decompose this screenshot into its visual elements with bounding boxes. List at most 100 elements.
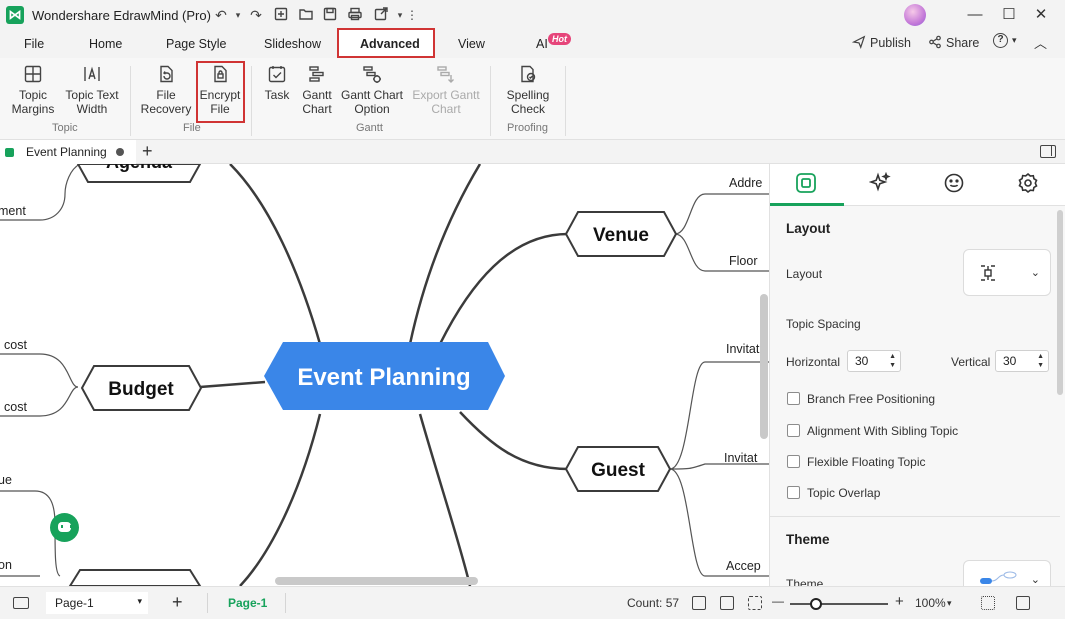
mindmap-svg: Event Planning Agenda Venue Budget Guest… xyxy=(0,164,769,586)
topic-overlap-checkbox[interactable] xyxy=(787,486,800,499)
topic-margins-button[interactable]: Topic Margins xyxy=(8,64,58,116)
fit-page-icon[interactable] xyxy=(720,596,734,610)
emoji-tab-icon[interactable] xyxy=(943,172,969,198)
alignment-sibling-label: Alignment With Sibling Topic xyxy=(807,424,959,438)
line-agenda xyxy=(229,164,322,345)
subtopic-floor[interactable]: Floor xyxy=(729,254,757,268)
zoom-slider-handle[interactable] xyxy=(810,598,822,610)
menu-view[interactable]: View xyxy=(458,37,485,51)
add-tab-button[interactable]: + xyxy=(142,141,153,162)
zoom-slider-track[interactable] xyxy=(790,603,888,605)
branch-free-positioning-checkbox[interactable] xyxy=(787,392,800,405)
zoom-out-button[interactable]: — xyxy=(772,594,784,608)
subtopic-cost-1[interactable]: cost xyxy=(4,338,27,352)
page-select-value: Page-1 xyxy=(55,596,94,610)
topic-text-width-button[interactable]: Topic Text Width xyxy=(62,64,122,116)
zoom-level[interactable]: 100% xyxy=(915,596,946,610)
menu-page-style[interactable]: Page Style xyxy=(166,37,226,51)
mindmap-canvas[interactable]: Event Planning Agenda Venue Budget Guest… xyxy=(0,164,769,586)
undo-dropdown-icon[interactable]: ▾ xyxy=(229,6,247,24)
panel-toggle-icon[interactable] xyxy=(1040,145,1056,158)
badge-tab-icon[interactable] xyxy=(1017,172,1043,198)
theme-select[interactable]: ⌄ xyxy=(963,560,1051,586)
zoom-in-button[interactable]: + xyxy=(895,593,904,610)
vertical-spacing-input[interactable]: 30 ▲ ▼ xyxy=(995,350,1049,372)
canvas-vertical-scrollbar[interactable] xyxy=(760,294,768,439)
alignment-sibling-checkbox[interactable] xyxy=(787,424,800,437)
menu-file[interactable]: File xyxy=(24,37,44,51)
subtopic-invitat-1[interactable]: Invitat xyxy=(726,342,760,356)
share-button[interactable]: Share xyxy=(928,35,979,50)
gantt-chart-option-label: Gantt Chart Option xyxy=(340,88,404,116)
undo-icon[interactable]: ↶ xyxy=(212,6,230,24)
layout-select[interactable]: ⌄ xyxy=(963,249,1051,296)
close-button[interactable]: ✕ xyxy=(1031,5,1051,25)
ai-sparkle-tab-icon[interactable] xyxy=(868,171,895,198)
bottom-topic-shape[interactable] xyxy=(68,569,202,586)
save-icon[interactable] xyxy=(321,6,339,24)
layout-tab-icon[interactable] xyxy=(795,172,821,198)
redo-icon[interactable]: ↷ xyxy=(247,6,265,24)
topic-spacing-label: Topic Spacing xyxy=(786,317,861,331)
subtopic-addre[interactable]: Addre xyxy=(729,176,762,190)
topic-overlap-label: Topic Overlap xyxy=(807,486,881,500)
book-view-icon[interactable] xyxy=(692,596,706,610)
file-recovery-button[interactable]: File Recovery xyxy=(140,64,192,116)
collapse-panel-icon[interactable] xyxy=(1016,596,1030,610)
horizontal-spacing-input[interactable]: 30 ▲ ▼ xyxy=(847,350,901,372)
collapse-ribbon-icon[interactable]: ︿ xyxy=(1034,33,1047,52)
maximize-button[interactable]: ☐ xyxy=(999,5,1019,25)
zoom-dropdown-icon[interactable]: ▾ xyxy=(947,598,952,609)
panel-scrollbar[interactable] xyxy=(1057,210,1063,395)
subtopic-accep[interactable]: Accep xyxy=(726,559,761,573)
menu-advanced[interactable]: Advanced xyxy=(360,37,420,51)
subtopic-on[interactable]: on xyxy=(0,558,12,572)
print-icon[interactable] xyxy=(346,6,364,24)
add-page-button[interactable]: + xyxy=(172,592,183,613)
new-icon[interactable] xyxy=(272,6,290,24)
vertical-label: Vertical xyxy=(951,355,991,369)
stepper-arrows-icon[interactable]: ▲ ▼ xyxy=(1037,352,1044,370)
subtopic-cost-2[interactable]: cost xyxy=(4,400,27,414)
help-dropdown-icon[interactable]: ▾ xyxy=(1012,35,1017,46)
page-panel-icon[interactable] xyxy=(13,597,29,609)
minimize-button[interactable]: — xyxy=(965,5,985,25)
menu-ai[interactable]: AI xyxy=(536,37,548,51)
canvas-horizontal-scrollbar[interactable] xyxy=(275,577,478,585)
ribbon-separator xyxy=(251,66,252,136)
unsaved-dot-icon[interactable] xyxy=(116,148,124,156)
line-venue xyxy=(438,232,569,345)
menu-slideshow[interactable]: Slideshow xyxy=(264,37,321,51)
export-gantt-chart-button[interactable]: Export Gantt Chart xyxy=(410,64,482,116)
more-icon[interactable]: ⋮ xyxy=(403,6,421,24)
publish-button[interactable]: Publish xyxy=(851,35,911,50)
stepper-arrows-icon[interactable]: ▲ ▼ xyxy=(889,352,896,370)
document-tab[interactable]: Event Planning xyxy=(0,140,136,164)
group-proofing-label: Proofing xyxy=(507,122,548,134)
task-button[interactable]: Task xyxy=(262,64,292,102)
subtopic-invitat-2[interactable]: Invitat xyxy=(724,451,758,465)
page-select[interactable]: Page-1 ▾ xyxy=(46,592,148,614)
gantt-chart-button[interactable]: Gantt Chart xyxy=(298,64,336,116)
fullscreen-icon[interactable] xyxy=(748,596,762,610)
share-label: Share xyxy=(946,36,980,50)
spelling-check-button[interactable]: Spelling Check xyxy=(502,64,554,116)
ai-assistant-bot-icon[interactable] xyxy=(50,513,79,542)
document-icon xyxy=(5,148,14,157)
page-tab-active[interactable]: Page-1 xyxy=(228,596,267,610)
export-icon[interactable] xyxy=(372,6,390,24)
gantt-chart-option-button[interactable]: Gantt Chart Option xyxy=(340,64,404,116)
status-separator xyxy=(285,593,286,613)
user-avatar[interactable] xyxy=(904,4,926,26)
subtopic-ue[interactable]: ue xyxy=(0,473,12,487)
theme-preview-icon xyxy=(980,571,1017,584)
fit-window-icon[interactable] xyxy=(981,596,995,610)
theme-label: Theme xyxy=(786,578,824,586)
menu-home[interactable]: Home xyxy=(89,37,122,51)
open-folder-icon[interactable] xyxy=(297,6,315,24)
ribbon-separator xyxy=(490,66,491,136)
subtopic-ment[interactable]: ment xyxy=(0,204,26,218)
line-budget xyxy=(199,380,266,389)
help-icon[interactable]: ? xyxy=(993,33,1008,48)
flexible-floating-checkbox[interactable] xyxy=(787,455,800,468)
